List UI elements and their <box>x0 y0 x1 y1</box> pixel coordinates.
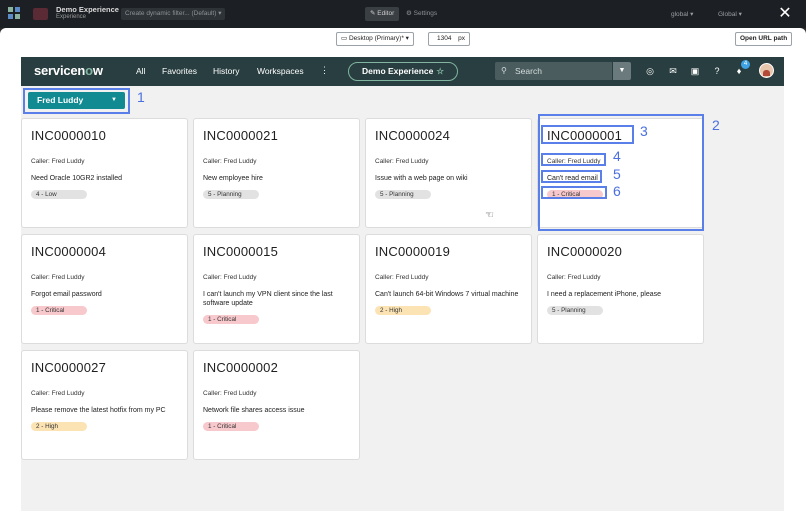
incident-description: I can't launch my VPN client since the l… <box>203 291 333 307</box>
incident-description: Please remove the latest hotfix from my … <box>31 407 166 414</box>
width-unit: px <box>458 35 465 42</box>
incident-number: INC0000027 <box>31 360 106 375</box>
screen-share-icon[interactable]: ▣ <box>689 65 701 77</box>
search-icon: ⚲ <box>501 66 507 75</box>
annotation-box-description <box>541 170 602 183</box>
priority-badge: 5 - Planning <box>203 190 259 199</box>
incident-caller: Caller: Fred Luddy <box>203 274 257 281</box>
annotation-box-caller <box>541 153 606 166</box>
nav-history[interactable]: History <box>213 66 239 76</box>
globe-icon[interactable]: ◎ <box>644 65 656 77</box>
priority-badge: 4 - Low <box>31 190 87 199</box>
priority-badge: 2 - High <box>31 422 87 431</box>
page-variant-select[interactable]: Create dynamic filter... (Default) ▾ <box>121 8 226 20</box>
chat-icon[interactable]: ✉ <box>667 65 679 77</box>
app-grid-icon[interactable] <box>8 7 20 19</box>
incident-description: Need Oracle 10GR2 installed <box>31 175 123 182</box>
experience-pill[interactable]: Demo Experience ☆ <box>348 62 458 81</box>
device-select[interactable]: ▭ Desktop (Primary)* ▾ <box>336 32 414 46</box>
priority-badge: 1 - Critical <box>203 315 259 324</box>
incident-number: INC0000004 <box>31 244 106 259</box>
incident-number: INC0000010 <box>31 128 106 143</box>
app-topbar: Demo Experience Experience Create dynami… <box>0 0 806 28</box>
nav-favorites[interactable]: Favorites <box>162 66 197 76</box>
incident-description: Forgot email password <box>31 291 102 298</box>
priority-badge: 2 - High <box>375 306 431 315</box>
incident-number: INC0000002 <box>203 360 278 375</box>
global-search-input[interactable]: ⚲ Search <box>495 62 612 80</box>
priority-badge: 5 - Planning <box>547 306 603 315</box>
incident-number: INC0000020 <box>547 244 622 259</box>
priority-badge: 1 - Critical <box>31 306 87 315</box>
incident-description: New employee hire <box>203 175 263 182</box>
preview-toolbar: ▭ Desktop (Primary)* ▾ 1304 px Open URL … <box>0 28 806 50</box>
incident-description: Can't launch 64-bit Windows 7 virtual ma… <box>375 291 519 298</box>
incident-number: INC0000024 <box>375 128 450 143</box>
incident-caller: Caller: Fred Luddy <box>203 390 257 397</box>
avatar[interactable] <box>759 63 774 78</box>
notification-badge: 4 <box>741 60 750 69</box>
app-name: Demo Experience <box>56 5 119 14</box>
servicenow-logo[interactable]: servicenow <box>34 63 103 78</box>
open-url-path-button[interactable]: Open URL path <box>735 32 793 46</box>
incident-card[interactable]: INC0000015 Caller: Fred Luddy I can't la… <box>193 234 360 344</box>
incident-card[interactable]: INC0000027 Caller: Fred Luddy Please rem… <box>21 350 188 460</box>
width-value: 1304 <box>437 35 452 42</box>
incident-description: I need a replacement iPhone, please <box>547 291 662 298</box>
tab-editor[interactable]: ✎ Editor <box>365 7 400 21</box>
priority-badge: 1 - Critical <box>203 422 259 431</box>
device-label: Desktop (Primary)* ▾ <box>348 35 409 42</box>
annotation-box-caller-dropdown <box>23 88 130 114</box>
incident-card[interactable]: INC0000004 Caller: Fred Luddy Forgot ema… <box>21 234 188 344</box>
favorite-star-icon[interactable]: ☆ <box>436 66 444 76</box>
annotation-box-number <box>541 125 634 144</box>
incident-caller: Caller: Fred Luddy <box>547 274 601 281</box>
mouse-pointer-icon: ☜ <box>485 210 494 221</box>
close-icon[interactable]: ✕ <box>776 5 794 23</box>
incident-card[interactable]: INC0000010 Caller: Fred Luddy Need Oracl… <box>21 118 188 228</box>
incident-number: INC0000019 <box>375 244 450 259</box>
nav-more-icon[interactable]: ⋮ <box>320 65 329 76</box>
annotation-label-4: 4 <box>613 148 621 164</box>
search-placeholder: Search <box>515 66 542 76</box>
priority-badge: 5 - Planning <box>375 190 431 199</box>
annotation-label-3: 3 <box>640 123 648 139</box>
incident-caller: Caller: Fred Luddy <box>375 158 429 165</box>
width-input[interactable]: 1304 px <box>428 32 470 46</box>
incident-caller: Caller: Fred Luddy <box>31 274 85 281</box>
incident-description: Issue with a web page on wiki <box>375 175 468 182</box>
incident-description: Network file shares access issue <box>203 407 305 414</box>
annotation-label-5: 5 <box>613 166 621 182</box>
tab-settings[interactable]: ⚙ Settings <box>406 7 437 21</box>
incident-card[interactable]: INC0000019 Caller: Fred Luddy Can't laun… <box>365 234 532 344</box>
incident-card[interactable]: INC0000020 Caller: Fred Luddy I need a r… <box>537 234 704 344</box>
incident-number: INC0000021 <box>203 128 278 143</box>
annotation-label-6: 6 <box>613 183 621 199</box>
application-scope-select[interactable]: global ▾ <box>671 10 693 18</box>
experience-label: Demo Experience <box>362 66 434 76</box>
annotation-box-priority <box>541 186 607 199</box>
nav-workspaces[interactable]: Workspaces <box>257 66 304 76</box>
incident-card[interactable]: INC0000002 Caller: Fred Luddy Network fi… <box>193 350 360 460</box>
servicenow-header: servicenow All Favorites History Workspa… <box>21 57 784 86</box>
help-icon[interactable]: ? <box>711 65 723 77</box>
app-subtitle: Experience <box>56 14 87 20</box>
experience-thumbnail <box>33 8 48 20</box>
annotation-label-1: 1 <box>137 89 145 105</box>
incident-card[interactable]: INC0000024 Caller: Fred Luddy Issue with… <box>365 118 532 228</box>
incident-caller: Caller: Fred Luddy <box>31 158 85 165</box>
incident-caller: Caller: Fred Luddy <box>203 158 257 165</box>
incident-caller: Caller: Fred Luddy <box>31 390 85 397</box>
search-scope-dropdown[interactable]: ▼ <box>613 62 631 80</box>
incident-number: INC0000015 <box>203 244 278 259</box>
annotation-label-2: 2 <box>712 117 720 133</box>
incident-card[interactable]: INC0000021 Caller: Fred Luddy New employ… <box>193 118 360 228</box>
incident-caller: Caller: Fred Luddy <box>375 274 429 281</box>
nav-all[interactable]: All <box>136 66 145 76</box>
update-set-select[interactable]: Global ▾ <box>718 10 742 18</box>
